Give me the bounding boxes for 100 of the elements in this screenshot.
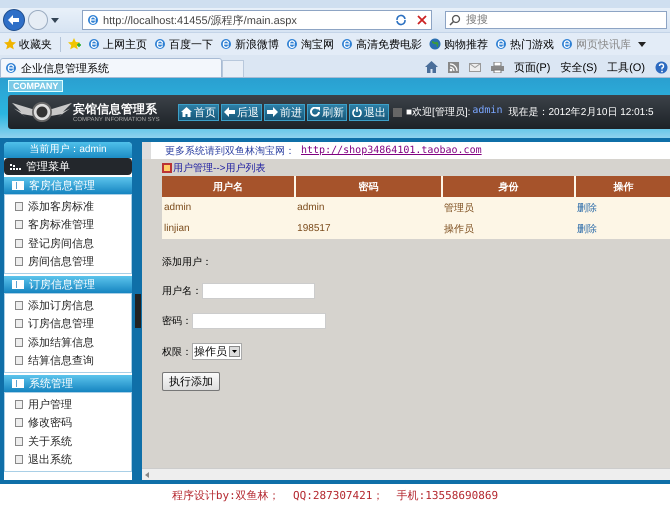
e-icon bbox=[561, 38, 573, 50]
toolbar-menu[interactable]: 安全(S) bbox=[560, 60, 598, 74]
table-cell: admin bbox=[162, 197, 296, 218]
menu-item[interactable]: 房间信息管理 bbox=[5, 252, 131, 271]
star-icon bbox=[4, 38, 16, 50]
favorite-link[interactable]: 购物推荐 bbox=[429, 36, 488, 52]
menu-item[interactable]: 修改密码 bbox=[5, 414, 131, 432]
notice-text: 更多系统请到双鱼林淘宝网： bbox=[165, 144, 295, 158]
table-cell: 操作员 bbox=[442, 218, 576, 239]
column-header: 密码 bbox=[295, 176, 442, 197]
user-link[interactable]: admin bbox=[472, 105, 502, 119]
company-badge: COMPANY bbox=[8, 80, 64, 92]
role-dropdown[interactable]: 操作员 bbox=[192, 343, 242, 360]
e-icon bbox=[154, 38, 166, 50]
table-cell: 管理员 bbox=[442, 197, 576, 218]
browser-tab[interactable]: 企业信息管理系统 bbox=[0, 58, 222, 77]
arrow-left-icon bbox=[224, 107, 235, 117]
menu-item[interactable]: 添加结算信息 bbox=[5, 333, 131, 352]
menu-item[interactable]: 订房信息管理 bbox=[5, 314, 131, 333]
favorite-link[interactable]: 百度一下 bbox=[154, 36, 213, 52]
square-mark bbox=[393, 108, 402, 116]
field-label: 密码： bbox=[162, 314, 192, 328]
field-label: 用户名： bbox=[162, 284, 202, 298]
e-icon bbox=[286, 38, 298, 50]
nav-button[interactable]: 退出 bbox=[349, 104, 389, 120]
refresh-icon bbox=[310, 107, 320, 117]
search-field[interactable]: 搜搜 bbox=[445, 11, 667, 29]
favorite-link[interactable]: 淘宝网 bbox=[286, 36, 334, 52]
mail-icon bbox=[468, 62, 481, 72]
collapse-handle[interactable] bbox=[135, 294, 141, 328]
nav-button[interactable]: 刷新 bbox=[307, 104, 347, 120]
menu-item[interactable]: 客房标准管理 bbox=[5, 216, 131, 234]
delete-link[interactable]: 删除 bbox=[577, 224, 598, 234]
menu-item[interactable]: 用户管理 bbox=[5, 395, 131, 414]
menu-item[interactable]: 关于系统 bbox=[5, 432, 131, 450]
column-header: 用户名 bbox=[162, 176, 296, 197]
favorite-link[interactable]: 新浪微博 bbox=[220, 36, 279, 52]
address-text: http://localhost:41455/源程序/main.aspx bbox=[103, 14, 298, 28]
power-icon bbox=[352, 107, 362, 117]
breadcrumb: 用户管理-->用户列表 bbox=[173, 162, 266, 175]
forward-button-icon bbox=[28, 10, 48, 30]
new-tab-button[interactable] bbox=[222, 60, 244, 77]
home-icon bbox=[181, 107, 192, 117]
table-cell: linjian bbox=[162, 218, 296, 239]
horizontal-scrollbar[interactable] bbox=[142, 468, 670, 480]
menu-title: 管理菜单 bbox=[26, 160, 70, 174]
search-icon bbox=[449, 14, 461, 26]
menu-item[interactable]: 退出系统 bbox=[5, 450, 131, 469]
table-cell: admin bbox=[295, 197, 442, 218]
field-label: 权限： bbox=[162, 346, 192, 358]
footer-credits: 程序设计by:双鱼林； QQ:287307421； 手机:13558690869 bbox=[170, 488, 500, 503]
favorite-link[interactable]: 高清免费电影 bbox=[341, 36, 422, 52]
panel-icon bbox=[12, 379, 24, 388]
panel-icon bbox=[12, 181, 24, 190]
app-title: 宾馆信息管理系 bbox=[73, 102, 158, 116]
favorite-link[interactable]: 热门游戏 bbox=[495, 36, 554, 52]
password-field[interactable] bbox=[192, 313, 326, 329]
scroll-left-icon bbox=[145, 472, 149, 478]
e-icon bbox=[5, 62, 17, 74]
address-field[interactable]: http://localhost:41455/源程序/main.aspx bbox=[82, 10, 432, 30]
form-heading: 添加用户： bbox=[162, 256, 213, 269]
globe-icon bbox=[429, 38, 441, 50]
help-icon bbox=[655, 60, 668, 74]
printer-icon bbox=[490, 62, 504, 72]
nav-button[interactable]: 首页 bbox=[178, 104, 219, 120]
column-header: 身份 bbox=[442, 176, 576, 197]
menu-item[interactable]: 添加订房信息 bbox=[5, 296, 131, 314]
menu-item[interactable]: 结算信息查询 bbox=[5, 352, 131, 370]
e-icon bbox=[495, 38, 507, 50]
menu-grid-icon bbox=[10, 162, 22, 172]
toolbar-menu[interactable]: 页面(P) bbox=[514, 60, 550, 74]
home-icon bbox=[424, 61, 438, 73]
toolbar-menu[interactable]: 工具(O) bbox=[607, 60, 645, 74]
e-icon bbox=[87, 14, 99, 26]
dropdown-arrow-icon bbox=[51, 18, 59, 22]
delete-link[interactable]: 删除 bbox=[577, 202, 598, 214]
e-icon bbox=[220, 38, 232, 50]
nav-button[interactable]: 前进 bbox=[264, 104, 305, 120]
favorites-button[interactable]: 收藏夹 bbox=[4, 36, 61, 52]
submit-button[interactable]: 执行添加 bbox=[162, 372, 220, 391]
shop-link[interactable]: http://shop34864101.taobao.com bbox=[301, 145, 482, 156]
nav-button[interactable]: 后退 bbox=[221, 104, 262, 120]
refresh-icon bbox=[395, 14, 407, 26]
e-icon bbox=[88, 38, 100, 50]
e-icon bbox=[341, 38, 353, 50]
column-header: 操作 bbox=[575, 176, 670, 197]
caret-icon bbox=[638, 42, 646, 46]
favorite-link[interactable]: 上网主页 bbox=[88, 36, 147, 52]
book-icon bbox=[162, 163, 172, 173]
welcome-text: ■欢迎[管理员]: bbox=[406, 106, 470, 119]
current-time: 现在是：2012年2月10日 12:01:5 bbox=[508, 106, 654, 119]
username-field[interactable] bbox=[202, 283, 315, 299]
menu-item[interactable]: 添加客房标准 bbox=[5, 197, 131, 216]
panel-icon bbox=[12, 280, 24, 289]
current-user-label: 当前用户：admin bbox=[4, 142, 132, 158]
rss-icon bbox=[448, 62, 459, 72]
back-button-icon bbox=[3, 9, 25, 31]
menu-item[interactable]: 登记房间信息 bbox=[5, 234, 131, 252]
add-favorite-icon bbox=[68, 38, 81, 50]
arrow-right-icon bbox=[267, 107, 278, 117]
